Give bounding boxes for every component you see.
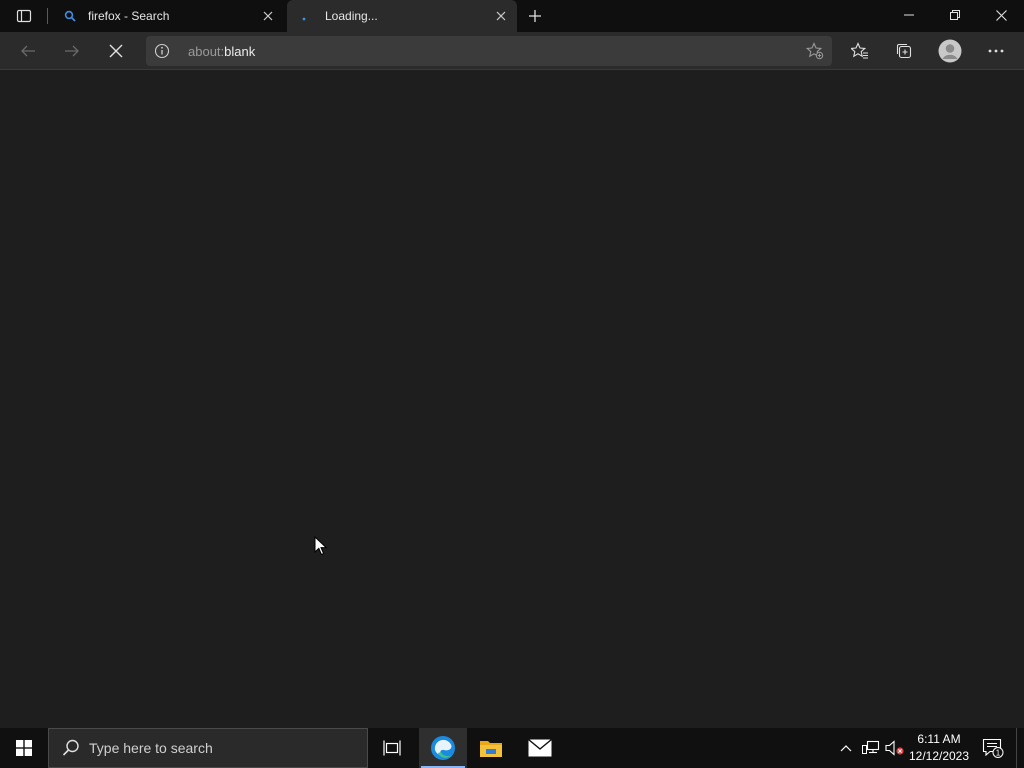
search-placeholder: Type here to search — [89, 740, 213, 756]
url-host: blank — [224, 44, 256, 59]
close-tab-icon[interactable] — [260, 8, 276, 24]
address-url[interactable]: about:blank — [188, 44, 255, 59]
volume-muted-icon — [885, 740, 904, 756]
search-icon — [62, 8, 78, 24]
clock-date: 12/12/2023 — [908, 749, 970, 763]
restore-icon — [950, 10, 960, 20]
chevron-up-icon — [840, 745, 852, 752]
tab-actions-button[interactable] — [8, 4, 40, 28]
stop-icon — [109, 44, 123, 58]
close-icon — [995, 9, 1007, 21]
close-window-button[interactable] — [978, 0, 1024, 30]
tab-title: firefox - Search — [88, 9, 170, 23]
clock[interactable]: 6:11 AM 12/12/2023 — [905, 731, 973, 765]
mail-icon — [528, 739, 552, 757]
tab-separator — [47, 8, 48, 24]
tab-bar: firefox - Search Loading... — [0, 0, 1024, 32]
volume-button[interactable] — [884, 728, 906, 768]
settings-more-button[interactable] — [980, 35, 1012, 67]
profile-button[interactable] — [934, 35, 966, 67]
tab-firefox-search[interactable]: firefox - Search — [50, 0, 284, 32]
network-icon — [862, 740, 880, 754]
edge-taskbar-button[interactable] — [419, 728, 467, 768]
back-button[interactable] — [12, 35, 44, 67]
windows-logo-icon — [16, 740, 32, 756]
action-center-button[interactable]: 1 — [979, 728, 1007, 768]
more-icon — [988, 49, 1004, 53]
back-arrow-icon — [21, 45, 35, 57]
show-hidden-icons-button[interactable] — [836, 728, 856, 768]
browser-toolbar: about:blank — [0, 32, 1024, 70]
restore-button[interactable] — [932, 0, 978, 30]
address-bar[interactable]: about:blank — [146, 36, 832, 66]
task-view-icon — [383, 740, 401, 756]
avatar-icon — [938, 39, 962, 63]
add-favorite-icon[interactable] — [806, 42, 824, 60]
loading-spinner-icon — [299, 8, 315, 24]
notification-count: 1 — [996, 749, 1001, 758]
plus-icon — [529, 10, 541, 22]
network-button[interactable] — [860, 728, 882, 768]
screen: firefox - Search Loading... about:blank … — [0, 0, 1024, 768]
taskbar: Type here to search 6:11 AM 12/12/2023 1 — [0, 728, 1024, 768]
favorites-button[interactable] — [844, 35, 876, 67]
tab-actions-icon — [16, 9, 32, 23]
close-tab-icon[interactable] — [493, 8, 509, 24]
favorites-icon — [851, 42, 868, 59]
page-content[interactable] — [0, 71, 1024, 728]
mail-button[interactable] — [516, 728, 564, 768]
forward-button[interactable] — [56, 35, 88, 67]
folder-icon — [480, 741, 502, 757]
edge-icon — [431, 736, 455, 760]
file-explorer-button[interactable] — [467, 728, 515, 768]
tab-loading[interactable]: Loading... — [287, 0, 517, 32]
show-desktop-button[interactable] — [1016, 728, 1024, 768]
clock-time: 6:11 AM — [917, 732, 961, 746]
collections-icon — [896, 43, 912, 59]
search-icon — [62, 739, 79, 756]
collections-button[interactable] — [888, 35, 920, 67]
mouse-cursor-icon — [314, 536, 328, 556]
tab-title: Loading... — [325, 9, 378, 23]
site-info-icon[interactable] — [154, 43, 170, 59]
url-scheme: about: — [188, 44, 225, 59]
minimize-button[interactable] — [886, 0, 932, 30]
taskbar-search-box[interactable]: Type here to search — [48, 728, 368, 768]
task-view-button[interactable] — [368, 728, 416, 768]
new-tab-button[interactable] — [523, 4, 547, 28]
forward-arrow-icon — [65, 45, 79, 57]
stop-loading-button[interactable] — [100, 35, 132, 67]
notification-icon: 1 — [982, 738, 1004, 758]
start-button[interactable] — [0, 728, 48, 768]
minimize-icon — [904, 14, 914, 16]
